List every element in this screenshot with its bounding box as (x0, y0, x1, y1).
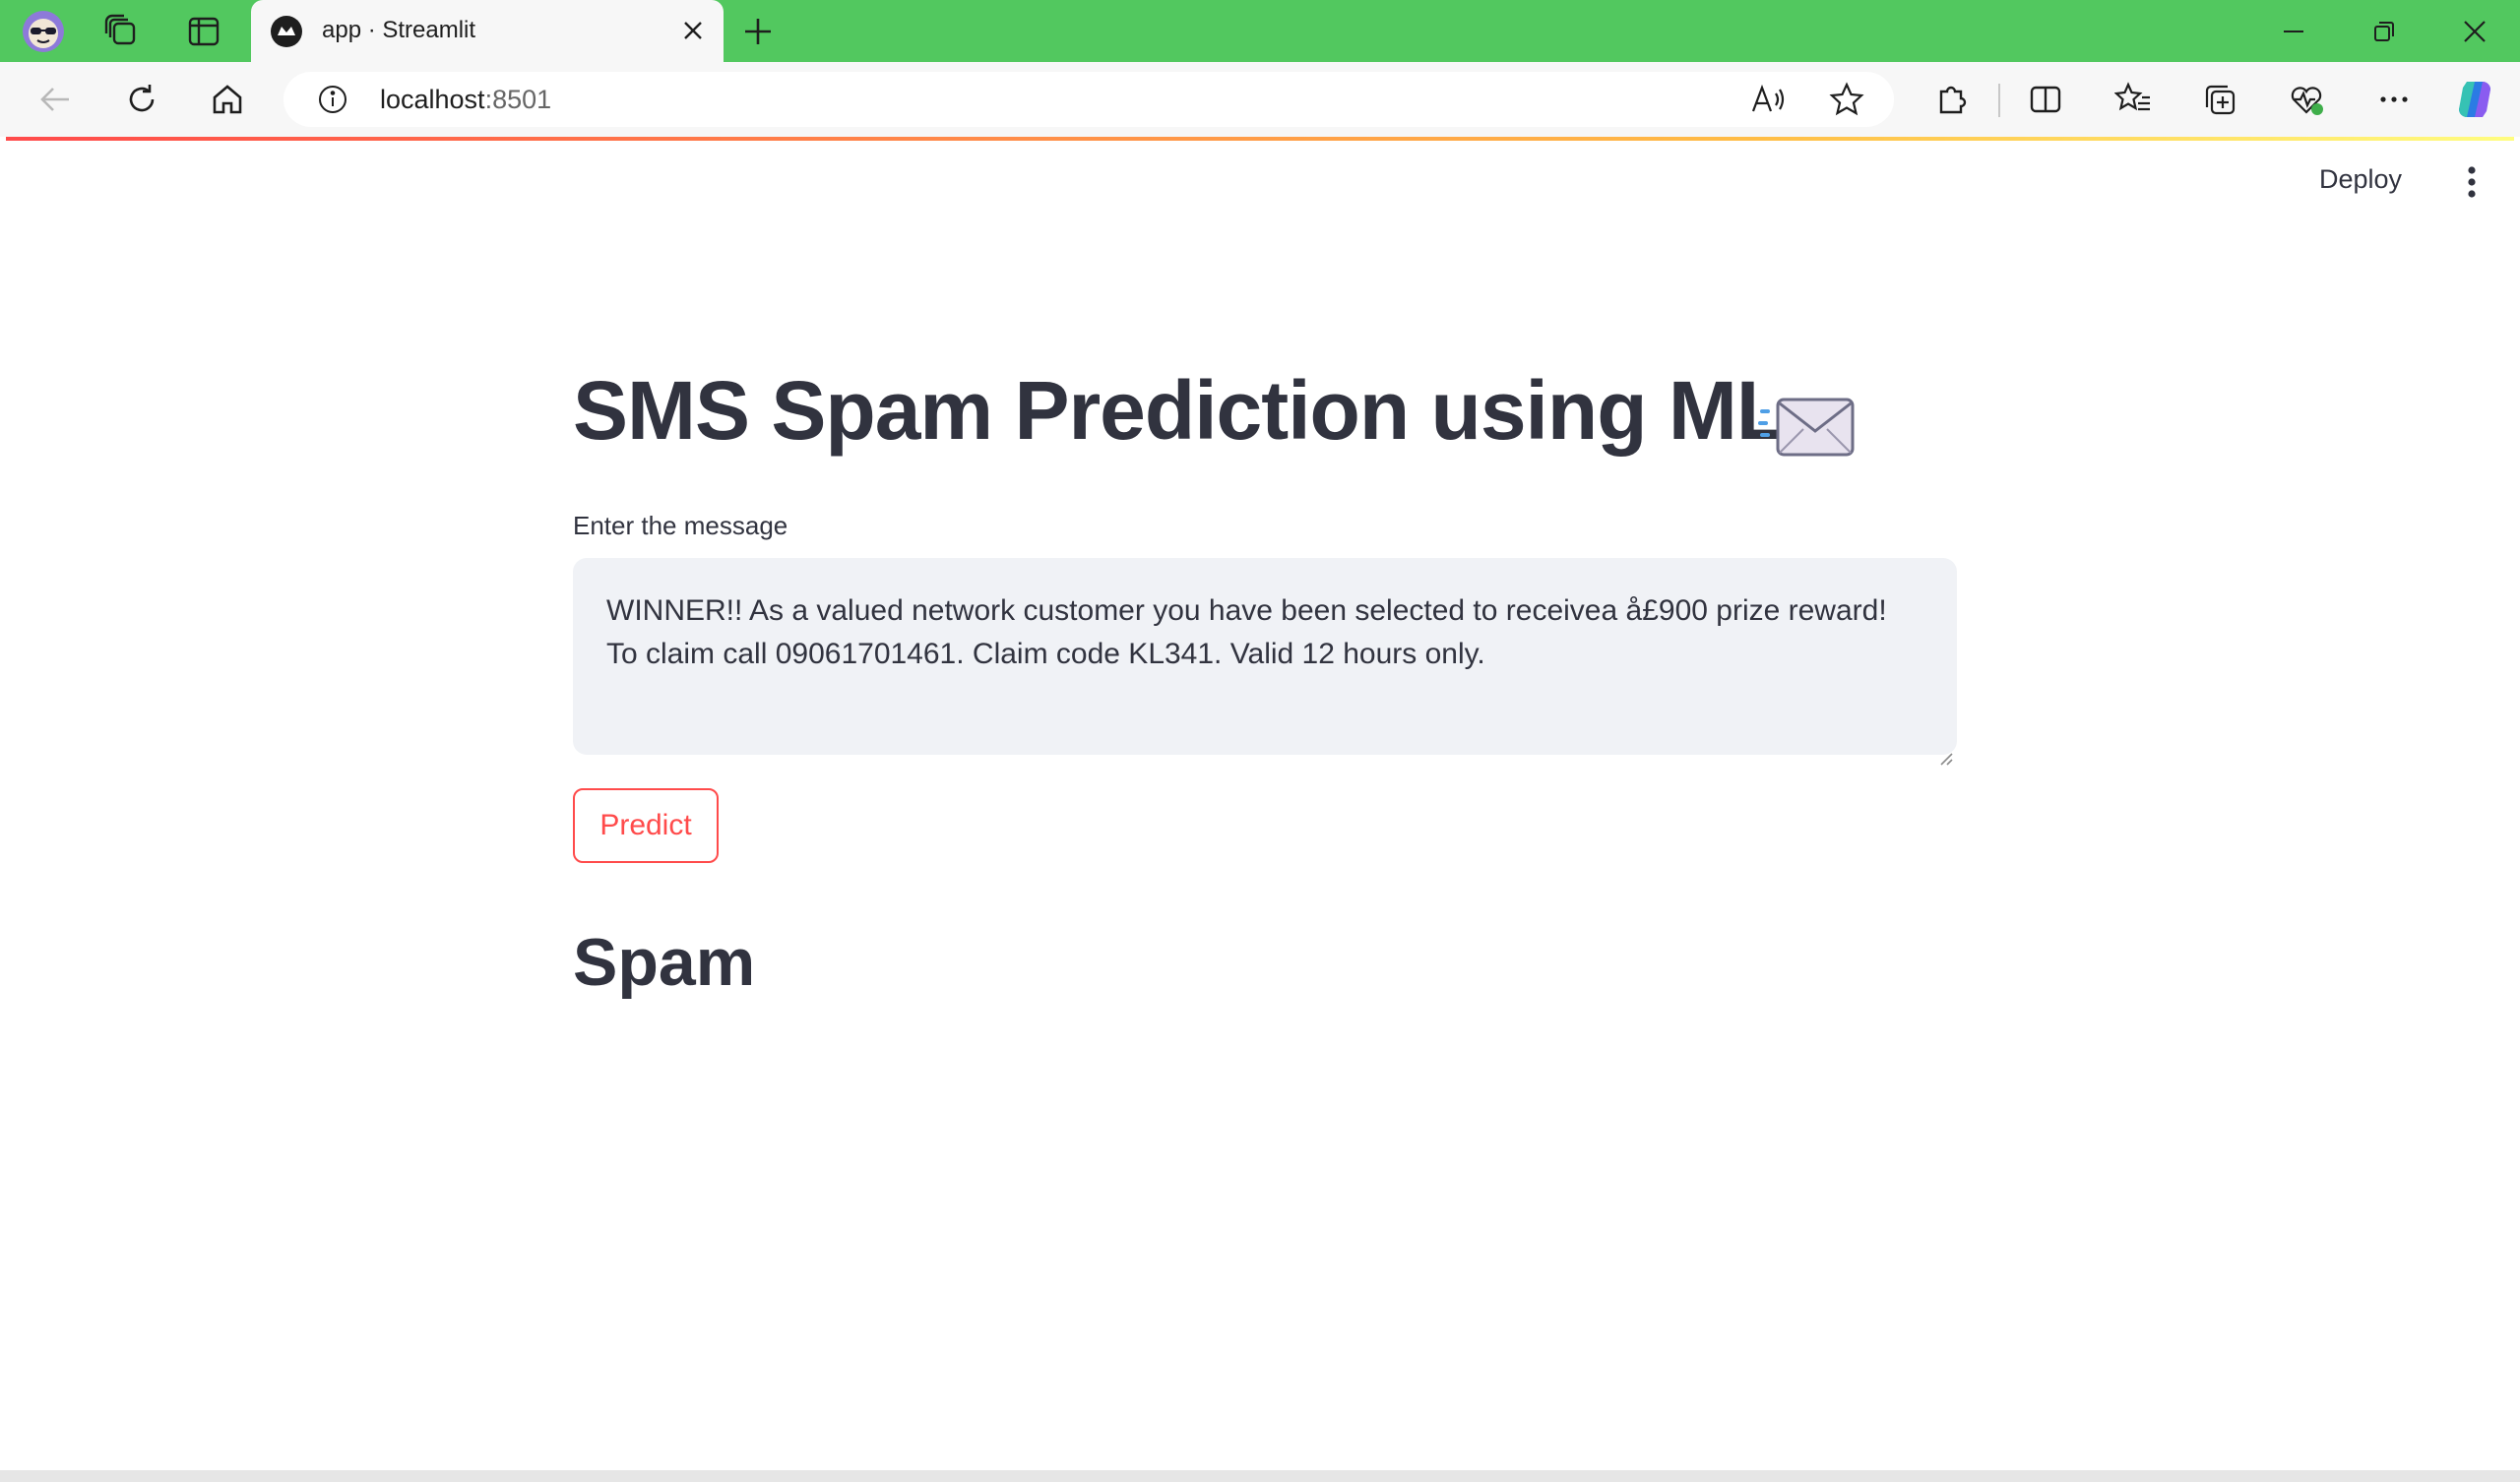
resize-handle-icon[interactable] (1937, 735, 1953, 766)
url-port: :8501 (484, 85, 552, 114)
close-tab-icon[interactable] (676, 14, 710, 47)
browser-tabstrip: app · Streamlit (0, 0, 2520, 62)
workspaces-icon[interactable] (100, 10, 144, 53)
split-screen-icon[interactable] (2022, 76, 2069, 123)
main-menu-icon[interactable] (2457, 162, 2487, 202)
back-icon[interactable] (32, 76, 79, 123)
prediction-result: Spam (573, 925, 756, 1000)
incoming-envelope-icon (1758, 396, 1857, 461)
streamlit-app: Deploy SMS Spam Prediction using ML Ente… (6, 137, 2514, 1470)
vertical-tabs-icon[interactable] (182, 10, 225, 53)
minimize-icon[interactable] (2264, 10, 2323, 53)
refresh-icon[interactable] (118, 76, 165, 123)
browser-toolbar: localhost:8501 (0, 62, 2520, 137)
url-host: localhost (380, 85, 485, 114)
favorites-icon[interactable] (2110, 76, 2157, 123)
streamlit-favicon-icon (271, 16, 302, 47)
page-title: SMS Spam Prediction using ML (573, 364, 1787, 457)
restore-icon[interactable] (2355, 10, 2414, 53)
close-window-icon[interactable] (2445, 10, 2504, 53)
browser-essentials-icon[interactable] (2284, 76, 2331, 123)
site-info-icon[interactable] (317, 84, 348, 120)
tab-title: app · Streamlit (322, 17, 476, 43)
streamlit-header-decoration (6, 137, 2514, 141)
more-options-icon[interactable] (2370, 76, 2418, 123)
message-input-label: Enter the message (573, 511, 788, 540)
deploy-button[interactable]: Deploy (2319, 164, 2402, 195)
message-textarea[interactable]: WINNER!! As a valued network customer yo… (573, 558, 1957, 766)
address-bar[interactable]: localhost:8501 (284, 72, 1894, 127)
url-text[interactable]: localhost:8501 (380, 85, 551, 115)
profile-avatar-icon[interactable] (22, 10, 65, 53)
copilot-icon[interactable] (2451, 76, 2498, 123)
window-bottom-border (0, 1470, 2520, 1482)
new-tab-icon[interactable] (738, 12, 778, 51)
toolbar-separator (1998, 84, 2000, 117)
message-text: WINNER!! As a valued network customer yo… (606, 594, 1887, 670)
home-icon[interactable] (204, 76, 251, 123)
active-tab[interactable]: app · Streamlit (251, 0, 724, 62)
read-aloud-icon[interactable] (1750, 82, 1788, 122)
collections-icon[interactable] (2196, 76, 2243, 123)
extensions-icon[interactable] (1927, 76, 1975, 123)
predict-button[interactable]: Predict (573, 788, 719, 863)
favorite-star-icon[interactable] (1829, 82, 1864, 122)
